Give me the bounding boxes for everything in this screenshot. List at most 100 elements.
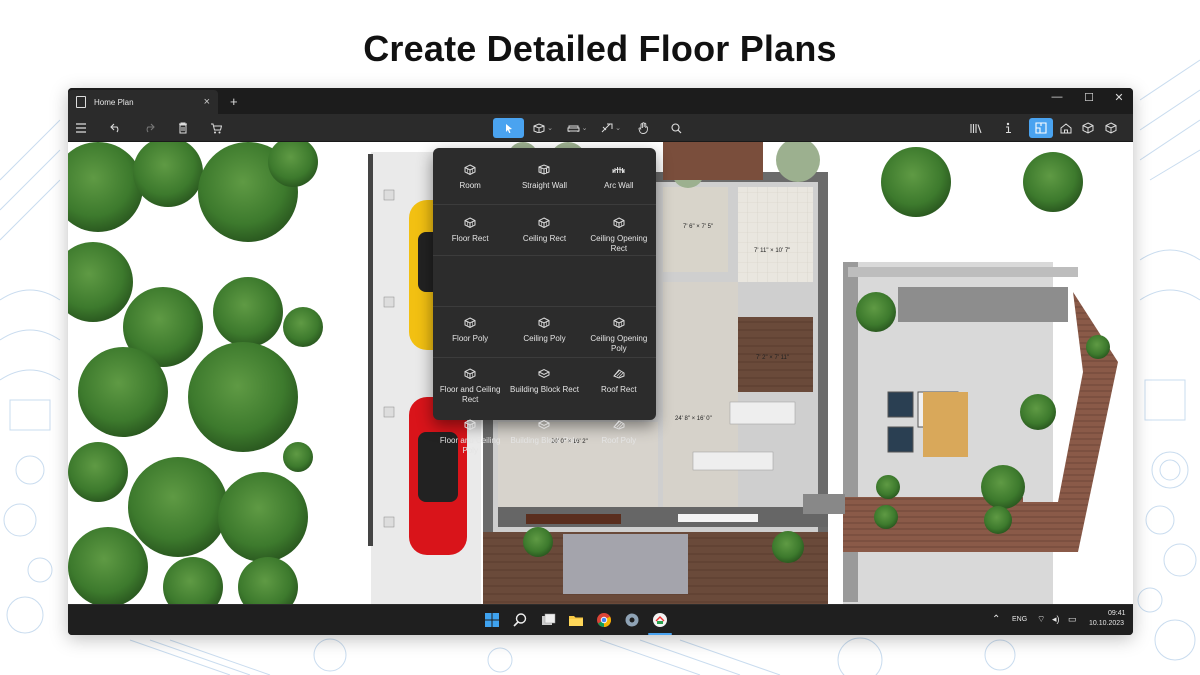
menu-item-arc-wall[interactable]: Arc Wall (582, 152, 656, 204)
clock-date[interactable]: 10.10.2023 (1089, 620, 1124, 627)
chevron-down-icon: ⌄ (615, 125, 621, 132)
page-headline: Create Detailed Floor Plans (363, 28, 837, 69)
select-tool-button[interactable] (493, 118, 524, 138)
delete-icon (179, 122, 187, 134)
room-dimension-label: 7' 2" × 7' 11" (756, 355, 789, 361)
roof-rect-icon (613, 368, 625, 382)
chevron-down-icon: ⌄ (547, 125, 553, 132)
room-dimension-label: 7' 11" × 10' 7" (754, 248, 791, 254)
info-button[interactable] (997, 118, 1019, 138)
measure-tool-button[interactable]: ⌄ (598, 118, 624, 138)
3d-object-icon (1105, 122, 1117, 134)
library-icon (970, 123, 982, 133)
volume-icon[interactable]: ◂) (1052, 614, 1060, 625)
2d-plan-view-button[interactable] (1029, 118, 1053, 138)
cart-button[interactable] (205, 118, 227, 138)
menu-icon (76, 123, 86, 133)
measure-icon (601, 123, 613, 133)
menu-item-building-block-poly[interactable]: Building Block Poly (507, 407, 581, 456)
menu-item-straight-wall[interactable]: Straight Wall (507, 152, 581, 204)
construction-dropdown-menu: Room Straight Wall Arc Wall Floor Rect Ceili… (433, 148, 656, 455)
menu-item-label: Arc Wall (604, 181, 634, 190)
menu-item-label: Roof Poly (601, 436, 637, 445)
chrome-icon[interactable] (595, 611, 613, 629)
building-block-rect-icon (538, 368, 551, 382)
redo-icon (146, 123, 155, 133)
windows-start-icon[interactable] (483, 611, 501, 629)
wifi-icon[interactable]: ⌔ (1037, 614, 1045, 625)
menu-item-ceiling-opening-rect[interactable]: Ceiling Opening Rect (582, 205, 656, 255)
menu-item-room[interactable]: Room (433, 152, 507, 204)
clock-time[interactable]: 09:41 (1108, 610, 1126, 617)
file-explorer-icon[interactable] (567, 611, 585, 629)
battery-icon[interactable]: ▭ (1068, 614, 1077, 625)
maximize-button[interactable]: ☐ (1077, 91, 1101, 104)
menu-separator (433, 357, 656, 358)
main-toolbar: ⌄ ⌄ ⌄ (68, 114, 1133, 142)
menu-item-floor-ceiling-poly[interactable]: Floor and Ceiling Poly (433, 407, 507, 456)
info-icon (1006, 122, 1011, 134)
select-icon (505, 123, 512, 133)
delete-button[interactable] (172, 118, 194, 138)
task-view-icon[interactable] (539, 611, 557, 629)
plan-canvas[interactable]: 7' 6" × 7' 5" 7' 11" × 10' 7" 7' 2" × 7'… (68, 142, 1133, 604)
pan-icon (638, 122, 648, 134)
room-dimension-label: 24' 8" × 16' 0" (675, 416, 712, 422)
3d-house-icon (1060, 122, 1072, 133)
zoom-button[interactable] (665, 118, 687, 138)
3d-view-button[interactable] (1077, 118, 1099, 138)
menu-item-floor-rect[interactable]: Floor Rect (433, 205, 507, 255)
menu-item-label: Straight Wall (521, 181, 568, 190)
menu-item-label: Floor Poly (452, 334, 489, 343)
menu-separator (433, 306, 656, 307)
new-tab-button[interactable]: + (230, 94, 238, 109)
close-button[interactable]: ✕ (1107, 91, 1131, 104)
straight-wall-icon (538, 164, 550, 178)
active-app-indicator (648, 633, 672, 635)
tray-overflow-chevron-icon[interactable]: ⌃ (992, 614, 1000, 625)
minimize-button[interactable]: — (1045, 91, 1069, 103)
menu-item-label: Floor and Ceiling Rect (439, 385, 501, 404)
tab-close-button[interactable]: × (204, 96, 210, 108)
document-icon (76, 96, 86, 108)
floor-ceiling-poly-icon (464, 419, 476, 433)
2d-plan-icon (1035, 122, 1047, 134)
menu-item-label: Ceiling Opening Poly (590, 334, 648, 353)
menu-item-label: Ceiling Opening Rect (590, 234, 648, 253)
3d-object-button[interactable] (1100, 118, 1122, 138)
undo-icon (110, 123, 119, 133)
menu-button[interactable] (70, 118, 92, 138)
pan-tool-button[interactable] (632, 118, 654, 138)
construction-menu-grid: Room Straight Wall Arc Wall Floor Rect Ceili… (433, 152, 656, 456)
menu-item-label: Floor Rect (451, 234, 489, 243)
undo-button[interactable] (105, 118, 127, 138)
room-icon (464, 164, 476, 178)
menu-item-label: Room (459, 181, 481, 190)
document-tab[interactable]: Home Plan × (68, 90, 218, 114)
cart-icon (211, 123, 222, 133)
input-language[interactable]: ENG (1012, 616, 1027, 623)
search-icon[interactable] (511, 611, 529, 629)
library-button[interactable] (965, 118, 987, 138)
3d-house-view-button[interactable] (1055, 118, 1077, 138)
redo-button[interactable] (138, 118, 160, 138)
menu-item-ceiling-rect[interactable]: Ceiling Rect (507, 205, 581, 255)
construction-icon (533, 123, 545, 133)
chevron-down-icon: ⌄ (581, 125, 588, 132)
furniture-tool-button[interactable]: ⌄ (564, 118, 590, 138)
3d-view-icon (1082, 122, 1094, 134)
app-window: Home Plan × + — ☐ ✕ ⌄ ⌄ ⌄ 7' 6" × 7' 5" … (68, 88, 1133, 635)
furniture-icon (567, 125, 580, 132)
tab-title: Home Plan (94, 97, 134, 107)
building-block-poly-icon (538, 419, 551, 433)
menu-item-label: Roof Rect (601, 385, 637, 394)
ceiling-rect-icon (538, 217, 550, 231)
roof-poly-icon (613, 419, 625, 433)
menu-item-label: Ceiling Rect (522, 234, 567, 243)
menu-item-roof-poly[interactable]: Roof Poly (582, 407, 656, 456)
settings-icon[interactable] (623, 611, 641, 629)
construction-tool-button[interactable]: ⌄ (530, 118, 556, 138)
menu-item-label: Floor and Ceiling Poly (439, 436, 501, 455)
ceiling-opening-poly-icon (613, 317, 625, 331)
home-planner-app-icon[interactable] (651, 611, 669, 629)
